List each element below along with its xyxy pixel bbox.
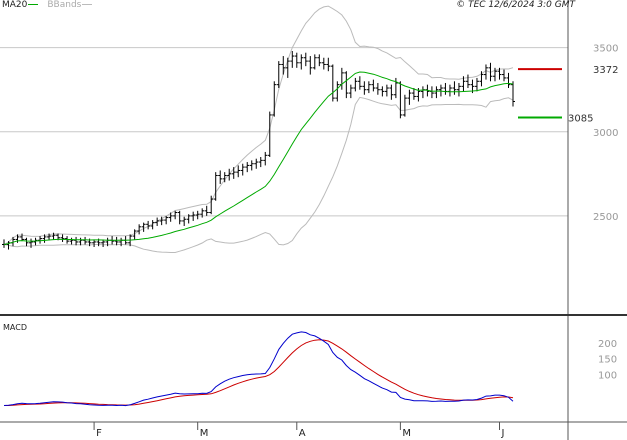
- price-tick-label: 2500: [593, 212, 618, 223]
- ohlc-bar: [308, 56, 313, 75]
- ohlc-bar: [69, 237, 74, 245]
- ohlc-bar: [263, 151, 268, 166]
- x-tick-label: F: [96, 428, 102, 439]
- macd-title: MACD: [3, 323, 27, 332]
- ohlc-bar: [339, 67, 344, 90]
- support-label: 3085: [568, 113, 593, 124]
- macd-line: [3, 331, 514, 407]
- ohlc-bar: [452, 81, 457, 95]
- ohlc-bar: [335, 81, 340, 102]
- resistance-label: 3372: [593, 65, 618, 76]
- ohlc-bar: [434, 86, 439, 99]
- ohlc-bar: [137, 224, 142, 235]
- ohlc-bar: [438, 84, 443, 97]
- ohlc-bar: [182, 216, 187, 226]
- macd-signal-line: [4, 339, 514, 406]
- ohlc-bar: [173, 210, 178, 220]
- ohlc-bar: [294, 52, 299, 68]
- macd-tick-label: 150: [598, 355, 617, 366]
- price-tick-label: 3000: [593, 128, 618, 139]
- ohlc-bar: [281, 56, 286, 75]
- ohlc-bar: [389, 84, 394, 100]
- ohlc-bar: [321, 57, 326, 70]
- ohlc-bar: [312, 54, 317, 70]
- ohlc-bar: [92, 239, 97, 248]
- ohlc-bar: [511, 81, 515, 107]
- chart-frame: [0, 0, 627, 440]
- ohlc-bar: [38, 236, 43, 244]
- ohlc-bar: [303, 52, 308, 67]
- ohlc-bar: [177, 210, 182, 225]
- ohlc-bar: [330, 64, 335, 102]
- ohlc-bar: [353, 77, 358, 92]
- price-bars: [2, 51, 515, 250]
- ohlc-bar: [213, 172, 218, 201]
- ohlc-bar: [402, 94, 407, 117]
- ohlc-bar: [78, 237, 83, 246]
- ohlc-bar: [443, 82, 448, 95]
- legend-bbands-label: BBands: [47, 0, 82, 10]
- ohlc-bar: [420, 86, 425, 99]
- ohlc-bar: [285, 57, 290, 78]
- macd-panel: [3, 331, 514, 407]
- x-tick-label: M: [402, 428, 411, 439]
- ohlc-bar: [204, 205, 209, 216]
- legend-ma20-label: MA20: [2, 0, 28, 10]
- macd-tick-label: 100: [598, 370, 617, 381]
- stock-chart: 3372 3085 2500 3000 3500 100 150 200 F M A M J: [0, 0, 627, 440]
- ohlc-bar: [33, 237, 38, 246]
- ohlc-bar: [245, 162, 250, 173]
- ohlc-bar: [501, 69, 506, 82]
- bband-lower: [3, 96, 514, 253]
- legend-ma20-swatch: [28, 4, 39, 5]
- ohlc-bar: [236, 165, 241, 178]
- x-tick-label: J: [500, 428, 504, 439]
- price-tick-label: 3500: [593, 44, 618, 55]
- ohlc-bar: [317, 54, 322, 67]
- x-tick-label: A: [299, 428, 306, 439]
- ohlc-bar: [344, 71, 349, 99]
- ohlc-bar: [474, 77, 479, 92]
- ohlc-bar: [357, 76, 362, 90]
- ohlc-bar: [83, 236, 88, 245]
- ohlc-bar: [195, 210, 200, 220]
- ohlc-bar: [375, 82, 380, 95]
- ohlc-bar: [267, 111, 272, 157]
- ohlc-bar: [465, 74, 470, 89]
- ohlc-bar: [429, 86, 434, 99]
- ohlc-bar: [380, 86, 385, 97]
- ohlc-bar: [254, 158, 259, 169]
- ohlc-bar: [258, 157, 263, 168]
- ohlc-bar: [290, 51, 295, 68]
- ohlc-bar: [231, 167, 236, 179]
- ohlc-bar: [407, 89, 412, 105]
- ohlc-bar: [447, 84, 452, 97]
- ohlc-bar: [240, 163, 245, 176]
- ohlc-bar: [366, 81, 371, 94]
- chart-legend: MA20 BBands: [2, 0, 95, 10]
- ohlc-bar: [74, 236, 79, 246]
- copyright-text: © TEC 12/6/2024 3:0 GMT: [456, 0, 575, 10]
- legend-bbands-swatch: [82, 4, 93, 5]
- ohlc-bar: [218, 170, 223, 184]
- ohlc-bar: [506, 72, 511, 89]
- macd-tick-label: 200: [598, 339, 617, 350]
- ohlc-bar: [249, 160, 254, 171]
- ohlc-bar: [227, 168, 232, 181]
- bband-upper: [3, 5, 514, 245]
- ohlc-bar: [60, 234, 65, 242]
- ohlc-bar: [348, 84, 353, 99]
- ohlc-bar: [398, 81, 403, 119]
- ohlc-bar: [24, 237, 29, 247]
- ohlc-bar: [456, 82, 461, 97]
- ohlc-bar: [384, 84, 389, 97]
- x-tick-label: M: [200, 428, 209, 439]
- ohlc-bar: [299, 54, 304, 70]
- ohlc-bar: [362, 81, 367, 95]
- ohlc-bar: [272, 81, 277, 117]
- ohlc-bar: [101, 239, 106, 248]
- ohlc-bar: [479, 71, 484, 87]
- ohlc-bar: [371, 79, 376, 92]
- ohlc-bar: [326, 57, 331, 72]
